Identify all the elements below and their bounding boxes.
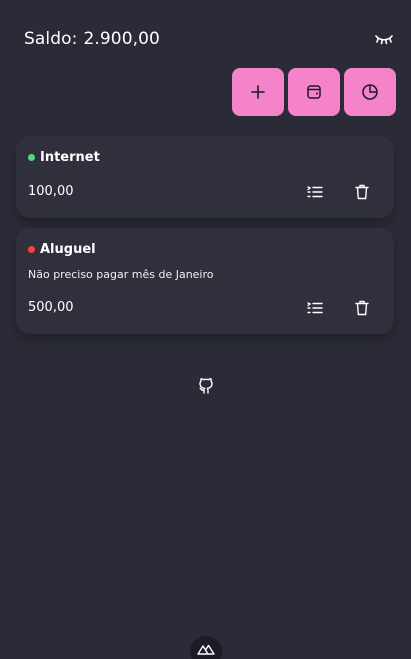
plus-icon: [251, 85, 265, 99]
status-dot: [28, 154, 35, 161]
balance-label: Saldo:: [24, 29, 78, 49]
balance-value: 2.900,00: [83, 29, 160, 49]
action-bar: [232, 68, 396, 116]
bill-title: Aluguel: [28, 242, 96, 257]
details-button[interactable]: [305, 182, 325, 202]
bill-value: 500,00: [28, 300, 74, 315]
details-button[interactable]: [305, 298, 325, 318]
status-dot: [28, 246, 35, 253]
wallet-icon: [307, 85, 321, 99]
pie-chart-icon: [362, 84, 378, 100]
wallet-button[interactable]: [288, 68, 340, 116]
trash-icon: [355, 184, 369, 200]
bill-card: Aluguel Não preciso pagar mês de Janeiro…: [16, 228, 394, 334]
nuxt-logo-icon: [197, 644, 215, 655]
trash-icon: [355, 300, 369, 316]
nuxt-badge[interactable]: [190, 636, 222, 659]
delete-button[interactable]: [352, 182, 372, 202]
add-bill-button[interactable]: [232, 68, 284, 116]
bill-value: 100,00: [28, 184, 74, 199]
toggle-visibility-button[interactable]: [373, 28, 395, 50]
bill-description: Não preciso pagar mês de Janeiro: [28, 268, 214, 281]
bill-title-text: Aluguel: [40, 242, 96, 257]
github-icon: [199, 377, 213, 394]
eye-closed-icon: [375, 35, 393, 45]
github-link[interactable]: [197, 376, 215, 394]
bill-title-text: Internet: [40, 150, 100, 165]
list-details-icon: [307, 186, 323, 198]
chart-button[interactable]: [344, 68, 396, 116]
list-details-icon: [307, 302, 323, 314]
delete-button[interactable]: [352, 298, 372, 318]
app-root: Saldo: 2.900,00 Internet 100,00 Aluguel …: [0, 0, 411, 659]
balance: Saldo: 2.900,00: [24, 29, 160, 49]
bill-title: Internet: [28, 150, 100, 165]
header: Saldo: 2.900,00: [24, 26, 395, 52]
bill-card: Internet 100,00: [16, 136, 394, 218]
